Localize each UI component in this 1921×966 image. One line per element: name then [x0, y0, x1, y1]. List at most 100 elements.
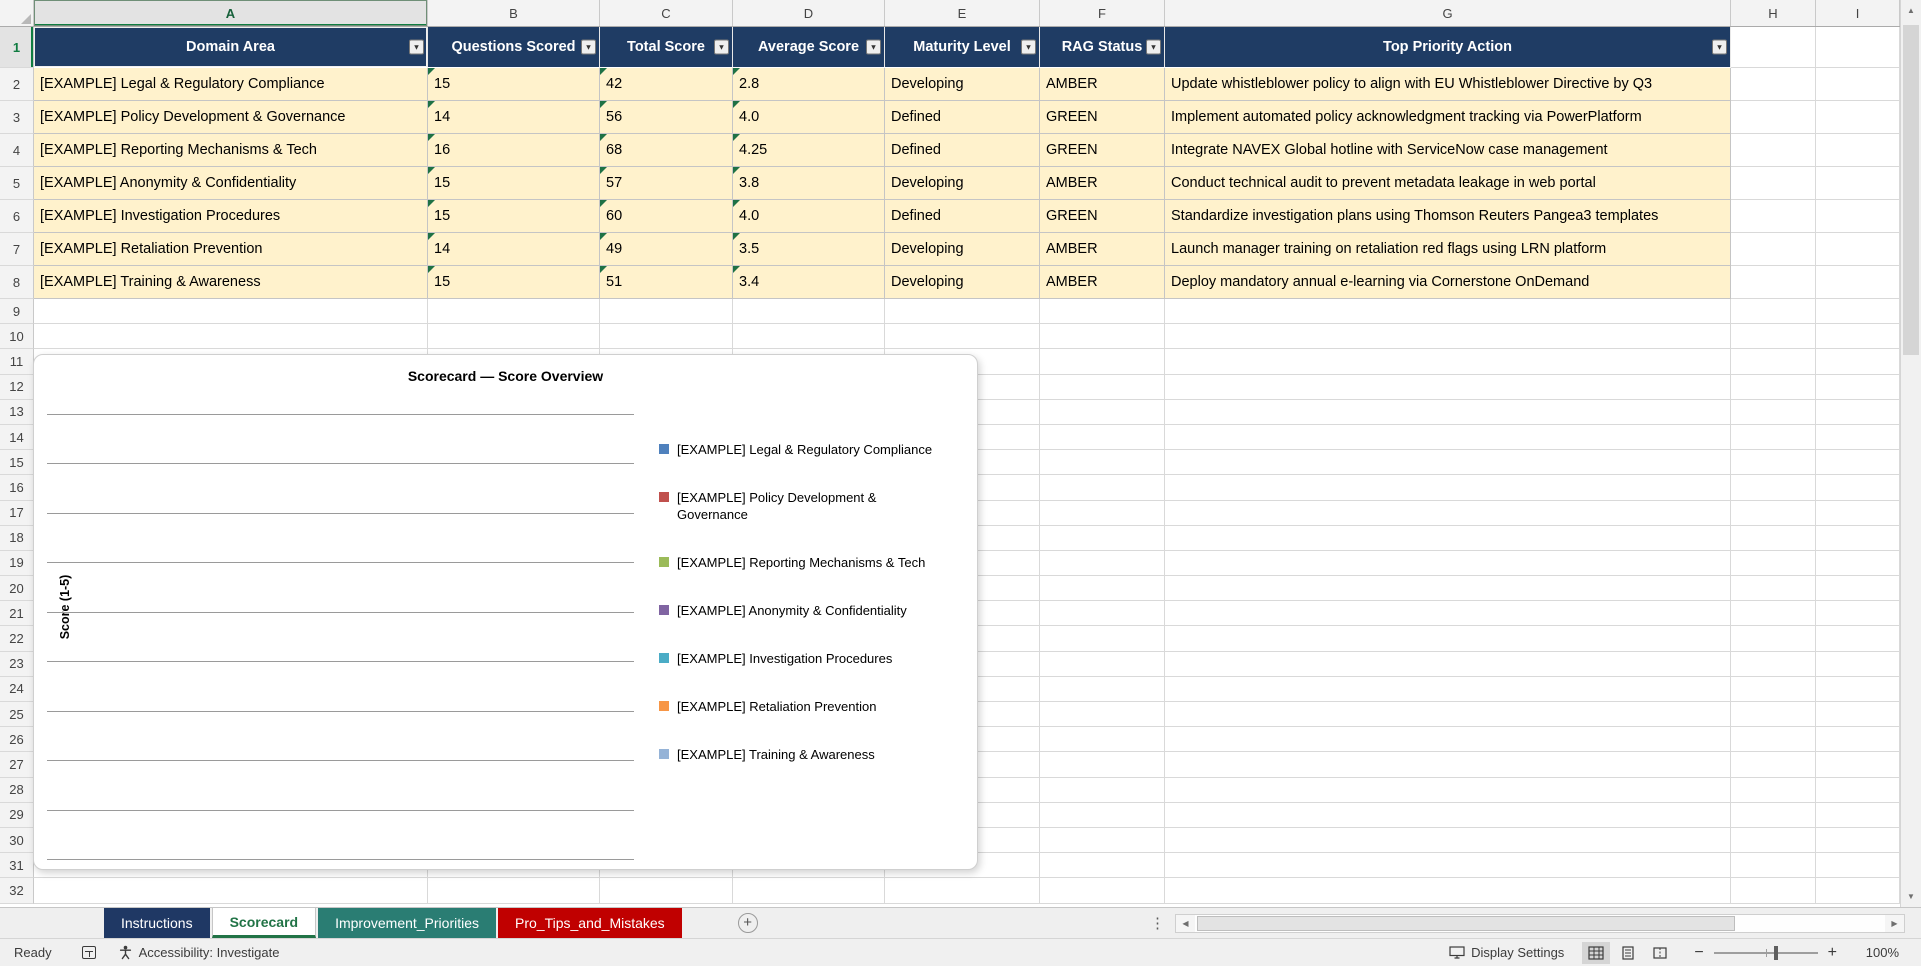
empty-cell[interactable] — [1165, 324, 1731, 350]
cell-questions[interactable]: 14 — [428, 101, 600, 134]
empty-cell[interactable] — [1731, 475, 1816, 501]
cell-rag[interactable]: AMBER — [1040, 266, 1165, 299]
scroll-left-icon[interactable]: ◀ — [1176, 914, 1195, 932]
row-number[interactable]: 15 — [0, 450, 34, 476]
empty-cell[interactable] — [1731, 827, 1816, 854]
cell-total[interactable]: 49 — [600, 233, 733, 266]
empty-cell[interactable] — [1731, 525, 1816, 551]
filter-dropdown-icon[interactable]: ▾ — [866, 39, 881, 55]
cell-maturity[interactable]: Defined — [885, 134, 1040, 167]
empty-cell[interactable] — [1040, 853, 1165, 879]
row-number[interactable]: 27 — [0, 752, 34, 778]
row-number[interactable]: 8 — [0, 266, 34, 299]
horizontal-scroll-track[interactable] — [1195, 914, 1885, 932]
empty-cell[interactable] — [1165, 802, 1731, 828]
empty-cell[interactable] — [1165, 752, 1731, 778]
row-number[interactable]: 24 — [0, 676, 34, 702]
cell-maturity[interactable]: Defined — [885, 101, 1040, 134]
empty-cell[interactable] — [1816, 676, 1900, 702]
column-header-b[interactable]: B — [428, 0, 600, 26]
empty-cell[interactable] — [34, 299, 428, 325]
cell-action[interactable]: Implement automated policy acknowledgmen… — [1165, 101, 1731, 134]
row-number[interactable]: 4 — [0, 134, 34, 167]
vertical-scroll-thumb[interactable] — [1903, 25, 1919, 355]
empty-cell[interactable] — [1816, 525, 1900, 551]
empty-cell[interactable] — [1731, 777, 1816, 803]
empty-cell[interactable] — [1731, 167, 1816, 200]
row-number[interactable]: 11 — [0, 349, 34, 375]
row-number[interactable]: 6 — [0, 200, 34, 233]
empty-cell[interactable] — [600, 299, 733, 325]
scroll-down-icon[interactable]: ▼ — [1901, 886, 1921, 907]
cell-maturity[interactable]: Defined — [885, 200, 1040, 233]
empty-cell[interactable] — [1816, 349, 1900, 375]
empty-cell[interactable] — [1816, 626, 1900, 652]
row-number[interactable]: 32 — [0, 878, 34, 904]
empty-cell[interactable] — [1816, 651, 1900, 677]
empty-cell[interactable] — [1731, 651, 1816, 677]
empty-cell[interactable] — [1816, 200, 1900, 233]
column-header-d[interactable]: D — [733, 0, 885, 26]
empty-cell[interactable] — [1816, 68, 1900, 101]
filter-dropdown-icon[interactable]: ▾ — [581, 39, 596, 55]
vertical-scrollbar[interactable]: ▲ ▼ — [1900, 0, 1921, 907]
empty-cell[interactable] — [1040, 651, 1165, 677]
empty-cell[interactable] — [1165, 878, 1731, 904]
empty-cell[interactable] — [1731, 399, 1816, 425]
cell-action[interactable]: Conduct technical audit to prevent metad… — [1165, 167, 1731, 200]
cell-questions[interactable]: 14 — [428, 233, 600, 266]
empty-cell[interactable] — [1731, 853, 1816, 879]
empty-cell[interactable] — [1816, 752, 1900, 778]
empty-cell[interactable] — [1165, 399, 1731, 425]
empty-cell[interactable] — [1816, 500, 1900, 526]
cell-maturity[interactable]: Developing — [885, 266, 1040, 299]
empty-cell[interactable] — [1816, 399, 1900, 425]
cell-average[interactable]: 3.4 — [733, 266, 885, 299]
empty-cell[interactable] — [733, 324, 885, 350]
empty-cell[interactable] — [1040, 676, 1165, 702]
empty-cell[interactable] — [1165, 702, 1731, 728]
cell-rag[interactable]: GREEN — [1040, 200, 1165, 233]
empty-cell[interactable] — [1816, 802, 1900, 828]
empty-cell[interactable] — [1731, 550, 1816, 577]
empty-cell[interactable] — [1816, 167, 1900, 200]
zoom-out-button[interactable]: − — [1694, 944, 1703, 962]
column-header-g[interactable]: G — [1165, 0, 1731, 26]
empty-cell[interactable] — [1816, 827, 1900, 854]
cell-average[interactable]: 4.25 — [733, 134, 885, 167]
empty-cell[interactable] — [1165, 777, 1731, 803]
empty-cell[interactable] — [1165, 450, 1731, 476]
row-number[interactable]: 10 — [0, 324, 34, 350]
empty-cell[interactable] — [885, 878, 1040, 904]
empty-cell[interactable] — [1816, 266, 1900, 299]
empty-cell[interactable] — [1816, 727, 1900, 753]
column-header-e[interactable]: E — [885, 0, 1040, 26]
empty-cell[interactable] — [1040, 702, 1165, 728]
page-layout-view-button[interactable] — [1614, 942, 1642, 964]
empty-cell[interactable] — [1816, 134, 1900, 167]
empty-cell[interactable] — [1731, 676, 1816, 702]
row-number[interactable]: 25 — [0, 702, 34, 728]
empty-cell[interactable] — [1731, 500, 1816, 526]
cell-action[interactable]: Integrate NAVEX Global hotline with Serv… — [1165, 134, 1731, 167]
row-number[interactable]: 16 — [0, 475, 34, 501]
empty-cell[interactable] — [1165, 550, 1731, 577]
empty-cell[interactable] — [1165, 827, 1731, 854]
empty-cell[interactable] — [1731, 450, 1816, 476]
empty-cell[interactable] — [1040, 601, 1165, 627]
cell-questions[interactable]: 15 — [428, 68, 600, 101]
scroll-up-icon[interactable]: ▲ — [1901, 0, 1921, 21]
row-number[interactable]: 5 — [0, 167, 34, 200]
empty-cell[interactable] — [428, 324, 600, 350]
empty-cell[interactable] — [1731, 134, 1816, 167]
empty-cell[interactable] — [1731, 727, 1816, 753]
row-number[interactable]: 22 — [0, 626, 34, 652]
header-cell-average-score[interactable]: Average Score ▾ — [733, 27, 885, 68]
empty-cell[interactable] — [1731, 878, 1816, 904]
empty-cell[interactable] — [1816, 853, 1900, 879]
accessibility-status[interactable]: Accessibility: Investigate — [118, 945, 279, 960]
empty-cell[interactable] — [1816, 299, 1900, 325]
empty-cell[interactable] — [1040, 450, 1165, 476]
empty-cell[interactable] — [1040, 374, 1165, 400]
cell-rag[interactable]: GREEN — [1040, 134, 1165, 167]
